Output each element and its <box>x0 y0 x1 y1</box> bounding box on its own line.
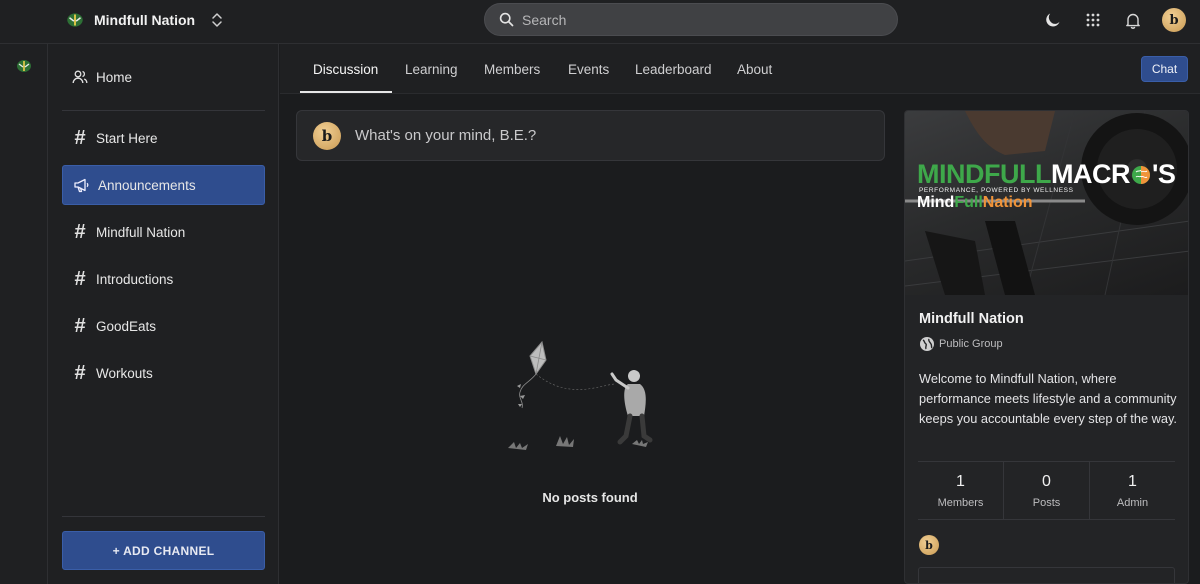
sidebar-divider <box>62 516 265 517</box>
top-bar: Mindfull Nation Search b <box>0 0 1200 44</box>
post-composer[interactable]: b What's on your mind, B.E.? <box>296 110 885 161</box>
tab-about[interactable]: About <box>737 44 772 94</box>
apps-button[interactable] <box>1082 9 1104 31</box>
hash-icon: # <box>74 127 86 149</box>
app-rail <box>0 0 48 584</box>
top-actions: b <box>1042 6 1186 34</box>
group-switcher[interactable]: Mindfull Nation <box>64 8 223 32</box>
bell-icon <box>1126 13 1140 29</box>
chat-button[interactable]: Chat <box>1141 56 1188 82</box>
sidebar-item-label: Announcements <box>98 177 196 193</box>
composer-avatar: b <box>313 121 341 150</box>
tab-leaderboard[interactable]: Leaderboard <box>635 44 712 94</box>
banner-sub-orange: Nation <box>982 194 1033 211</box>
tab-discussion[interactable]: Discussion <box>313 44 378 94</box>
sidebar-item-label: GoodEats <box>96 318 157 334</box>
stat-value: 0 <box>1042 472 1051 490</box>
sidebar-divider <box>62 110 265 111</box>
discussion-feed: b What's on your mind, B.E.? No posts fo… <box>280 94 900 584</box>
user-avatar[interactable]: b <box>1162 8 1186 32</box>
banner-sub-green: Full <box>954 194 983 211</box>
stat-members[interactable]: 1 Members <box>918 462 1003 519</box>
brain-icon <box>1131 166 1150 184</box>
sidebar-item-label: Workouts <box>96 365 153 381</box>
group-stats: 1 Members 0 Posts 1 Admin <box>918 461 1175 520</box>
sidebar-item-label: Start Here <box>96 130 158 146</box>
stat-label: Posts <box>1032 496 1061 509</box>
tab-members[interactable]: Members <box>484 44 540 94</box>
empty-state-text: No posts found <box>542 490 638 505</box>
banner-sub-white: Mind <box>917 194 955 211</box>
sidebar-item-mindfull-nation[interactable]: # Mindfull Nation <box>62 212 265 252</box>
theme-toggle-button[interactable] <box>1042 9 1064 31</box>
banner-brand-tail: 'S <box>1151 159 1176 189</box>
stat-label: Members <box>937 496 984 509</box>
chevron-up-down-icon <box>212 13 222 27</box>
group-logo-icon <box>67 13 83 27</box>
sidebar-item-home[interactable]: Home <box>62 57 265 97</box>
banner-tagline: PERFORMANCE, POWERED BY WELLNESS <box>919 187 1074 194</box>
banner-subbrand: MindFullNation <box>917 195 1033 211</box>
stat-label: Admin <box>1116 496 1149 509</box>
group-name: Mindfull Nation <box>94 12 196 28</box>
grid-dots-icon <box>1086 13 1100 27</box>
group-info-card: MINDFULLMACR 'S PERFORMANCE, POWERED BY … <box>904 110 1189 584</box>
sidebar-item-label: Introductions <box>96 271 174 287</box>
add-channel-button[interactable]: + ADD CHANNEL <box>62 531 265 570</box>
group-title: Mindfull Nation <box>919 311 1024 327</box>
sidebar-item-goodeats[interactable]: # GoodEats <box>62 306 265 346</box>
search-input[interactable] <box>522 11 862 28</box>
sidebar-item-label: Mindfull Nation <box>96 224 186 240</box>
stat-admin[interactable]: 1 Admin <box>1089 462 1175 519</box>
tab-learning[interactable]: Learning <box>405 44 458 94</box>
settings-button[interactable] <box>918 567 1175 583</box>
channel-sidebar: Home # Start Here Announcements # Mindfu… <box>48 44 279 584</box>
moon-icon <box>1046 13 1060 27</box>
kite-illustration-icon <box>508 340 653 450</box>
hash-icon: # <box>74 362 86 384</box>
group-type-label: Public Group <box>939 338 1003 350</box>
search-bar[interactable] <box>484 3 898 36</box>
sidebar-item-introductions[interactable]: # Introductions <box>62 259 265 299</box>
banner-brand-green: MINDFULL <box>917 159 1051 189</box>
people-icon <box>72 70 88 84</box>
search-icon <box>499 12 514 27</box>
megaphone-icon <box>74 178 89 193</box>
stat-posts[interactable]: 0 Posts <box>1003 462 1089 519</box>
member-avatar[interactable]: b <box>919 535 939 555</box>
sidebar-item-workouts[interactable]: # Workouts <box>62 353 265 393</box>
banner-brand-white: MACR <box>1050 159 1131 189</box>
sidebar-item-label: Home <box>96 69 133 85</box>
sidebar-item-start-here[interactable]: # Start Here <box>62 118 265 158</box>
stat-value: 1 <box>1128 472 1137 490</box>
active-tab-indicator <box>300 91 392 93</box>
banner-brand-text: MINDFULLMACR 'S <box>917 159 1176 189</box>
group-tabs: Discussion Learning Members Events Leade… <box>280 44 1200 94</box>
hash-icon: # <box>74 221 86 243</box>
group-logo-icon[interactable] <box>14 58 34 74</box>
stat-value: 1 <box>956 472 965 490</box>
group-privacy: Public Group <box>919 336 1003 352</box>
hash-icon: # <box>74 268 86 290</box>
globe-icon <box>920 337 934 351</box>
composer-placeholder: What's on your mind, B.E.? <box>355 127 537 144</box>
hash-icon: # <box>74 315 86 337</box>
notifications-button[interactable] <box>1122 9 1144 31</box>
group-banner: MINDFULLMACR 'S PERFORMANCE, POWERED BY … <box>905 111 1188 295</box>
sidebar-item-announcements[interactable]: Announcements <box>62 165 265 205</box>
tab-events[interactable]: Events <box>568 44 609 94</box>
group-description: Welcome to Mindfull Nation, where perfor… <box>919 371 1177 426</box>
